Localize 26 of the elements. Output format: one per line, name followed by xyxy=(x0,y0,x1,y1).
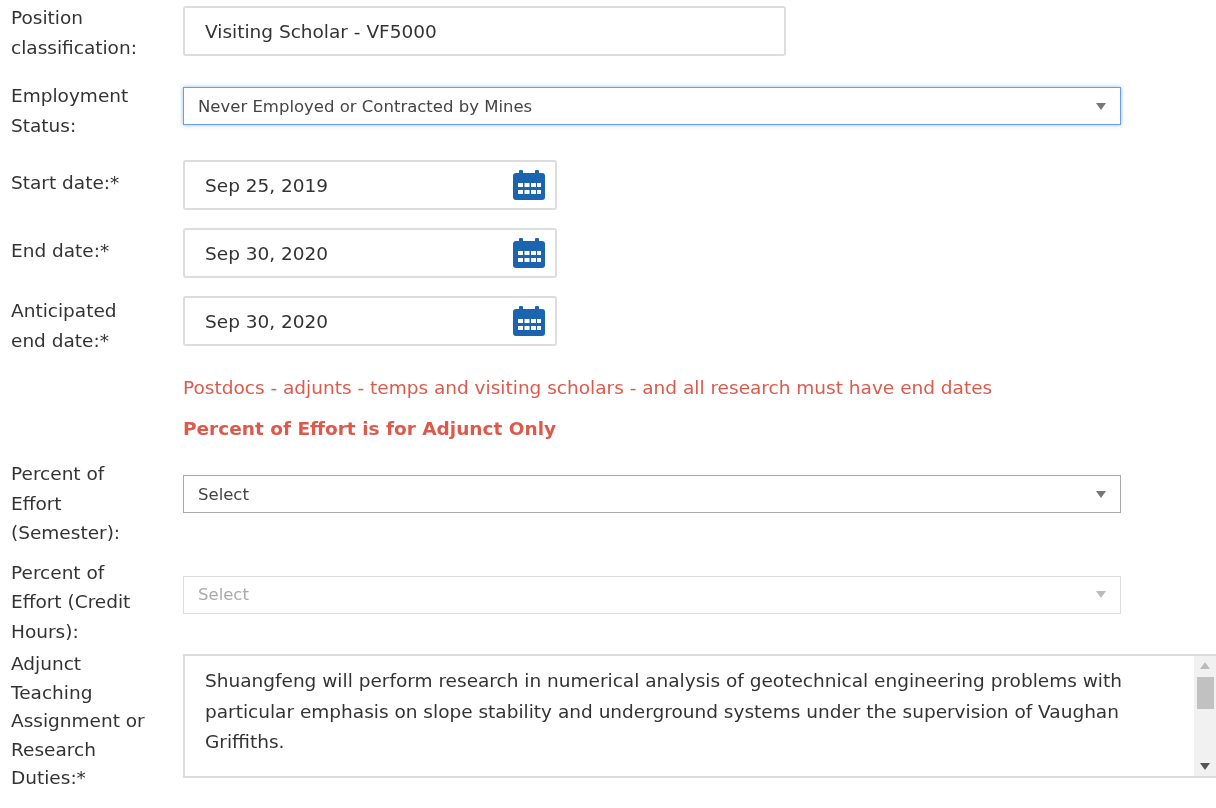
scrollbar[interactable] xyxy=(1194,656,1216,776)
field-label: Anticipated end date:* xyxy=(11,299,118,353)
field-label: End date:* xyxy=(11,239,111,263)
calendar-icon[interactable] xyxy=(513,170,545,200)
field-label: Percent of Effort (Credit Hours): xyxy=(11,560,132,644)
calendar-icon[interactable] xyxy=(513,306,545,336)
field-label: Percent of Effort (Semester): xyxy=(11,462,122,545)
field-label: Start date:* xyxy=(11,171,121,195)
calendar-icon[interactable] xyxy=(513,238,545,268)
date-field[interactable]: Sep 30, 2020 xyxy=(183,296,557,346)
date-field[interactable]: Sep 30, 2020 xyxy=(183,228,557,278)
caret-icon xyxy=(1096,591,1106,598)
caret-icon xyxy=(1096,490,1106,498)
date-field[interactable]: Sep 25, 2019 xyxy=(183,160,557,210)
dropdown[interactable]: Never Employed or Contracted by Mines xyxy=(183,87,1121,125)
field-label: Position classification: xyxy=(11,6,138,60)
caret-icon xyxy=(1096,102,1106,110)
field-label: Employment Status: xyxy=(11,84,130,138)
warning-note: Postdocs - adjunts - temps and visiting scholars - and all research must have end dates xyxy=(183,376,993,400)
text-field[interactable]: Visiting Scholar - VF5000 xyxy=(183,6,786,56)
scroll-thumb[interactable] xyxy=(1196,677,1214,709)
warning-note: Percent of Effort is for Adjunct Only xyxy=(183,417,557,441)
field-label: Adjunct Teaching Assignment or Research Duties:* xyxy=(11,652,146,790)
dropdown[interactable]: Select xyxy=(183,475,1121,513)
scroll-down-icon[interactable] xyxy=(1200,763,1210,770)
text-area[interactable]: Shuangfeng will perform research in numerical analysis of geotechnical engineering problems with particular emphasis on slope stability and underground systems under the supervision of Vaughan Griffiths. xyxy=(183,654,1216,778)
